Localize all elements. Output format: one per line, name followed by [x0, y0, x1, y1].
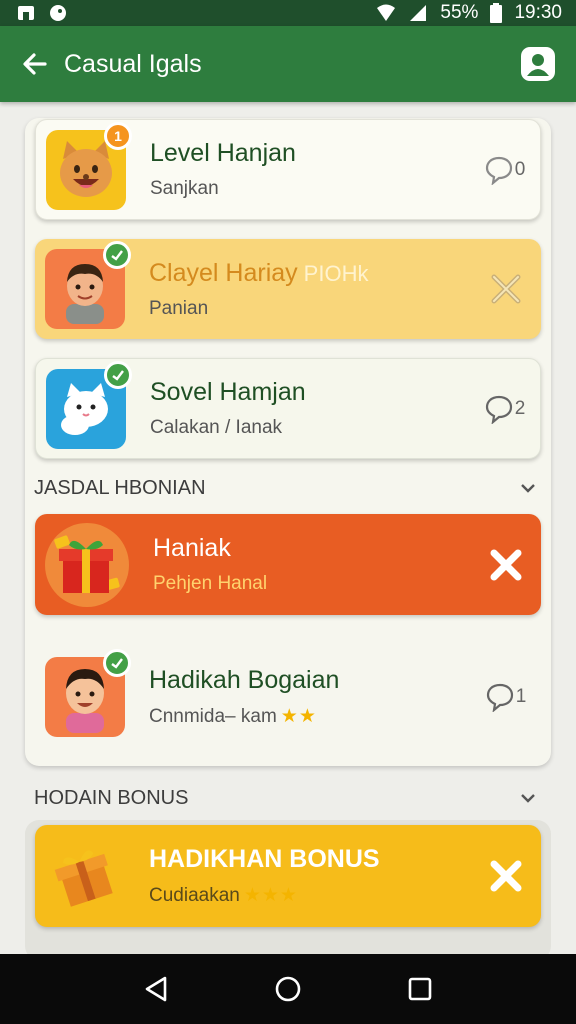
- close-icon: [490, 549, 522, 580]
- battery-icon: [490, 3, 503, 23]
- item-name: Haniak: [153, 534, 231, 562]
- item-name: Clayel Hariay PIOHk: [149, 258, 369, 287]
- item-texts: Level Hanjan Sanjkan: [150, 139, 470, 200]
- gift-box-icon: [54, 850, 113, 907]
- circle-home-icon: [275, 976, 301, 1002]
- chat-action[interactable]: 2: [470, 394, 540, 424]
- check-icon: [111, 658, 123, 669]
- section-header[interactable]: HODAIN BONUS: [34, 786, 540, 810]
- item-subtitle: Sanjkan: [150, 178, 219, 199]
- check-icon: [112, 369, 124, 381]
- avatar: [45, 836, 125, 916]
- list-item[interactable]: Hadikah Bogaian Cnnmida– kam ★★ 1: [35, 647, 541, 747]
- remove-action[interactable]: [471, 271, 541, 307]
- chat-action[interactable]: 0: [470, 155, 540, 185]
- item-texts: Sovel Hamjan Calakan / Ianak: [150, 378, 470, 439]
- chevron-down-icon: [521, 484, 535, 493]
- check-badge: [103, 241, 131, 269]
- page-title: Casual Igals: [64, 49, 202, 78]
- chat-count: 1: [515, 686, 527, 707]
- chat-action[interactable]: 1: [471, 682, 541, 712]
- item-name: Hadikah Bogaian: [149, 666, 340, 694]
- list-item[interactable]: Clayel Hariay PIOHk Panian: [35, 239, 541, 339]
- nav-back-button[interactable]: [136, 969, 176, 1009]
- item-subtitle: Panian: [149, 297, 209, 319]
- avatar: [45, 649, 131, 737]
- close-icon: [490, 860, 522, 892]
- section-title: HODAIN BONUS: [34, 786, 189, 809]
- chat-bubble-icon: [485, 156, 512, 185]
- remove-action[interactable]: [471, 857, 541, 895]
- notification-icon: [50, 5, 66, 21]
- item-subtitle: Pehjen Hanal: [153, 573, 268, 594]
- square-recents-icon: [408, 977, 432, 1001]
- badge: 1: [104, 121, 132, 150]
- triangle-back-icon: [145, 976, 167, 1002]
- chevron-down-icon: [521, 794, 535, 803]
- app-bar: Casual Igals: [0, 26, 576, 102]
- item-name: Level Hanjan: [150, 139, 296, 167]
- status-bar: 55% 19:30: [0, 0, 576, 26]
- item-texts: Hadikah Bogaian Cnnmida– kam ★★: [149, 666, 471, 728]
- battery-percent: 55%: [440, 2, 479, 23]
- nav-recents-button[interactable]: [400, 969, 440, 1009]
- check-icon: [111, 250, 123, 261]
- chat-bubble-icon: [485, 395, 512, 424]
- chat-bubble-icon: [486, 683, 513, 712]
- account-icon: [521, 47, 555, 81]
- item-texts: HADIKHAN BONUS Cudiaakan ★★★: [149, 845, 471, 907]
- system-nav-bar: [0, 954, 576, 1024]
- avatar: [45, 241, 131, 329]
- item-subtitle: Cudiaakan ★★★: [149, 885, 298, 906]
- avatar: [46, 360, 132, 449]
- gift-box-icon: [54, 534, 120, 593]
- remove-action[interactable]: [471, 546, 541, 584]
- item-name: Sovel Hamjan: [150, 378, 306, 406]
- chat-count: 0: [514, 158, 526, 180]
- status-left: [16, 4, 68, 22]
- item-subtitle: Cnnmida– kam ★★: [149, 706, 317, 727]
- star-rating: ★★★: [243, 885, 298, 906]
- back-button[interactable]: [18, 47, 52, 81]
- avatar: [45, 522, 129, 607]
- close-icon: [491, 274, 521, 304]
- content-area: 1 Level Hanjan Sanjkan 0 Clayel Hariay P…: [0, 102, 576, 954]
- item-subtitle: Calakan / Ianak: [150, 417, 283, 438]
- list-item[interactable]: Haniak Pehjen Hanal: [35, 514, 541, 615]
- item-texts: Haniak Pehjen Hanal: [153, 534, 471, 595]
- avatar: 1: [46, 121, 132, 210]
- account-button[interactable]: [518, 44, 558, 84]
- list-item[interactable]: 1 Level Hanjan Sanjkan 0: [35, 119, 541, 220]
- section-title: JASDAL HBONIAN: [34, 476, 206, 499]
- section-header[interactable]: JASDAL HBONIAN: [34, 476, 540, 500]
- app-notification-icon: [18, 6, 34, 20]
- star-rating: ★★: [280, 706, 317, 727]
- item-texts: Clayel Hariay PIOHk Panian: [149, 259, 471, 320]
- item-name-extra: PIOHk: [303, 260, 369, 286]
- status-right: 55% 19:30: [376, 2, 562, 24]
- collapse-toggle[interactable]: [516, 786, 540, 810]
- white-cat-icon: [61, 382, 108, 435]
- arrow-left-icon: [23, 53, 47, 75]
- signal-icon: [410, 5, 427, 21]
- check-badge: [103, 649, 131, 677]
- collapse-toggle[interactable]: [516, 476, 540, 500]
- wifi-icon: [377, 4, 396, 21]
- check-badge: [104, 360, 132, 389]
- list-item[interactable]: HADIKHAN BONUS Cudiaakan ★★★: [35, 825, 541, 927]
- chat-count: 2: [514, 397, 526, 419]
- item-name: HADIKHAN BONUS: [149, 845, 380, 873]
- clock: 19:30: [514, 2, 562, 23]
- list-item[interactable]: Sovel Hamjan Calakan / Ianak 2: [35, 358, 541, 459]
- nav-home-button[interactable]: [268, 969, 308, 1009]
